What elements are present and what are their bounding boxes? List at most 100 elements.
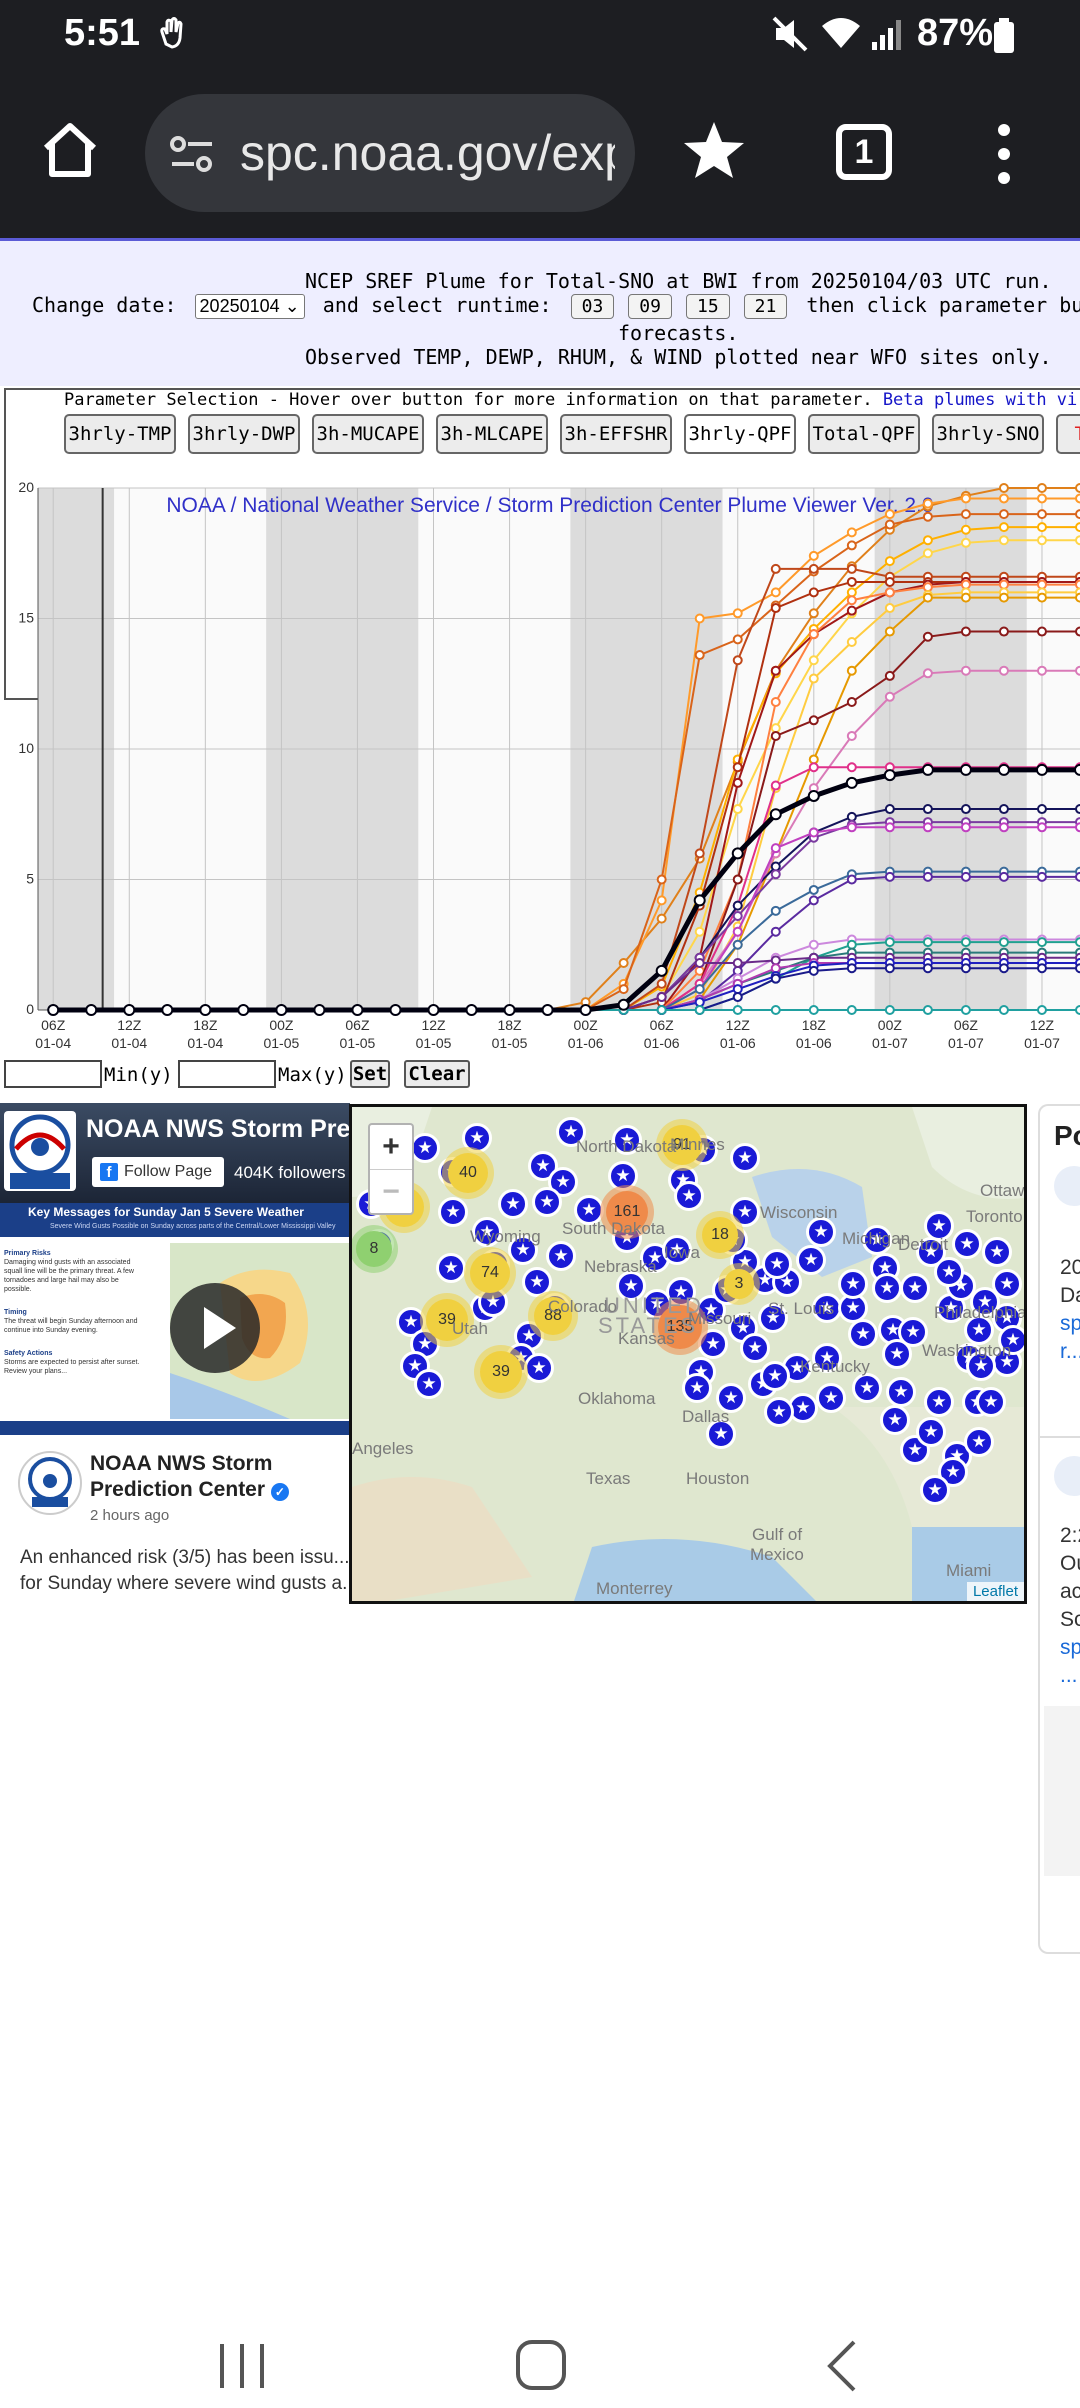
series-point [770, 723, 781, 734]
wfo-marker[interactable]: ★ [982, 1237, 1012, 1267]
follow-page-button[interactable]: f Follow Page [92, 1157, 224, 1187]
wfo-marker[interactable]: ★ [498, 1189, 528, 1219]
wfo-map[interactable]: ★ ★ ★ ★ ★ ★ ★ ★ ★ ★ ★ ★ ★ ★ ★ ★ ★ ★ ★ ★ ★ ★ ★ ★ ★ ★ ★ ★ ★ ★ ★ ★ ★ ★ ★ ★ ★ ★ ★ ★… [349, 1104, 1027, 1604]
url-text[interactable]: spc.noaa.gov/exp [240, 124, 615, 182]
marker-cluster[interactable]: 3 [724, 1269, 754, 1299]
marker-cluster[interactable]: 8 [356, 1231, 392, 1267]
series-point [808, 1005, 819, 1015]
beta-plumes-link[interactable]: Beta plumes with vi [883, 390, 1077, 410]
wfo-marker[interactable]: ★ [852, 1373, 882, 1403]
param-button[interactable]: 3h-EFFSHR [560, 414, 672, 454]
series-point [998, 804, 1009, 815]
wfo-marker[interactable]: ★ [524, 1353, 554, 1383]
wfo-marker[interactable]: ★ [764, 1397, 794, 1427]
marker-cluster[interactable]: 18 [702, 1217, 738, 1253]
x-tick-label: 06Z [650, 1017, 675, 1033]
param-button[interactable]: 3hrly-SNO [932, 414, 1044, 454]
bookmark-star-icon[interactable] [680, 118, 748, 182]
fb-video[interactable]: Key Messages for Sunday Jan 5 Severe Wea… [0, 1203, 350, 1435]
series-point [960, 537, 971, 548]
wfo-marker[interactable]: ★ [760, 1361, 790, 1391]
home-icon[interactable] [38, 118, 102, 182]
runtime-button[interactable]: 09 [628, 294, 672, 319]
param-button[interactable]: Total-QPF [808, 414, 920, 454]
home-nav-icon[interactable] [512, 2336, 572, 2396]
wfo-marker[interactable]: ★ [952, 1229, 982, 1259]
wfo-marker[interactable]: ★ [920, 1475, 950, 1505]
wfo-marker[interactable]: ★ [816, 1383, 846, 1413]
wfo-marker[interactable]: ★ [546, 1241, 576, 1271]
tabs-icon[interactable]: 1 [836, 124, 892, 180]
wfo-marker[interactable]: ★ [976, 1387, 1006, 1417]
wfo-marker[interactable]: ★ [438, 1197, 468, 1227]
wfo-marker[interactable]: ★ [414, 1369, 444, 1399]
x-tick-label: 01-05 [492, 1035, 528, 1051]
wfo-marker[interactable]: ★ [934, 1257, 964, 1287]
runtime-button[interactable]: 15 [685, 294, 730, 319]
wfo-marker[interactable]: ★ [608, 1161, 638, 1191]
wfo-marker[interactable]: ★ [462, 1123, 492, 1153]
wfo-marker[interactable]: ★ [872, 1273, 902, 1303]
site-settings-icon[interactable] [168, 132, 216, 176]
zoom-in-button[interactable]: + [370, 1125, 412, 1169]
wfo-marker[interactable]: ★ [730, 1143, 760, 1173]
wfo-marker[interactable]: ★ [682, 1373, 712, 1403]
param-button[interactable]: 3hrly-QPF [684, 414, 796, 454]
post-avatar[interactable] [18, 1451, 82, 1515]
wfo-marker[interactable]: ★ [522, 1267, 552, 1297]
wfo-marker[interactable]: ★ [838, 1269, 868, 1299]
wfo-marker[interactable]: ★ [796, 1245, 826, 1275]
zoom-out-button[interactable]: − [370, 1169, 412, 1213]
recents-icon[interactable] [212, 2336, 272, 2396]
wfo-marker[interactable]: ★ [410, 1133, 440, 1163]
fb-page-name[interactable]: NOAA NWS Storm Pre... [86, 1115, 350, 1144]
max-y-input[interactable] [178, 1060, 276, 1088]
wfo-marker[interactable]: ★ [880, 1405, 910, 1435]
wfo-marker[interactable]: ★ [674, 1181, 704, 1211]
date-select[interactable]: 20250104 ⌄ [194, 294, 305, 319]
wfo-marker[interactable]: ★ [436, 1253, 466, 1283]
series-point [808, 827, 819, 838]
post-page-name[interactable]: NOAA NWS Storm Prediction Center ✓ [90, 1451, 350, 1503]
clear-button[interactable]: Clear [404, 1060, 470, 1088]
wfo-marker[interactable]: ★ [848, 1319, 878, 1349]
runtime-button[interactable]: 21 [743, 294, 788, 319]
card-link[interactable]: ... [1060, 1664, 1078, 1688]
card-link[interactable]: sp [1060, 1636, 1080, 1660]
series-point [199, 1004, 212, 1016]
wfo-marker[interactable]: ★ [916, 1417, 946, 1447]
series-point [922, 582, 933, 593]
set-button[interactable]: Set [350, 1060, 390, 1088]
wfo-marker[interactable]: ★ [698, 1329, 728, 1359]
param-button[interactable]: 3h-MLCAPE [436, 414, 548, 454]
map-place-label: South Dakota [562, 1219, 666, 1238]
marker-cluster[interactable]: 39 [480, 1351, 522, 1393]
more-menu-icon[interactable] [998, 124, 1012, 184]
back-icon[interactable] [814, 2336, 874, 2396]
series-point [998, 535, 1009, 546]
runtime-button[interactable]: 03 [570, 294, 615, 319]
marker-cluster[interactable]: 40 [448, 1153, 488, 1193]
wfo-marker[interactable]: ★ [886, 1377, 916, 1407]
card-link[interactable]: sp [1060, 1312, 1080, 1336]
leaflet-attribution[interactable]: Leaflet [966, 1582, 1024, 1601]
param-button[interactable]: 3h-MUCAPE [312, 414, 424, 454]
x-tick-label: 01-07 [1024, 1035, 1060, 1051]
wfo-marker[interactable]: ★ [924, 1387, 954, 1417]
wfo-marker[interactable]: ★ [740, 1333, 770, 1363]
param-button[interactable]: To [1056, 414, 1080, 454]
param-button[interactable]: 3hrly-DWP [188, 414, 300, 454]
series-point [846, 939, 857, 950]
marker-cluster[interactable]: 74 [470, 1253, 510, 1293]
wfo-marker[interactable]: ★ [762, 1249, 792, 1279]
min-y-input[interactable] [4, 1060, 102, 1088]
wfo-marker[interactable]: ★ [532, 1187, 562, 1217]
video-banner: Key Messages for Sunday Jan 5 Severe Wea… [0, 1203, 350, 1237]
series-point [1074, 763, 1080, 776]
wfo-marker[interactable]: ★ [964, 1427, 994, 1457]
wfo-marker[interactable]: ★ [730, 1197, 760, 1227]
wfo-marker[interactable]: ★ [900, 1273, 930, 1303]
card-link[interactable]: r... [1060, 1340, 1080, 1364]
play-button[interactable] [170, 1283, 260, 1373]
param-button[interactable]: 3hrly-TMP [64, 414, 176, 454]
